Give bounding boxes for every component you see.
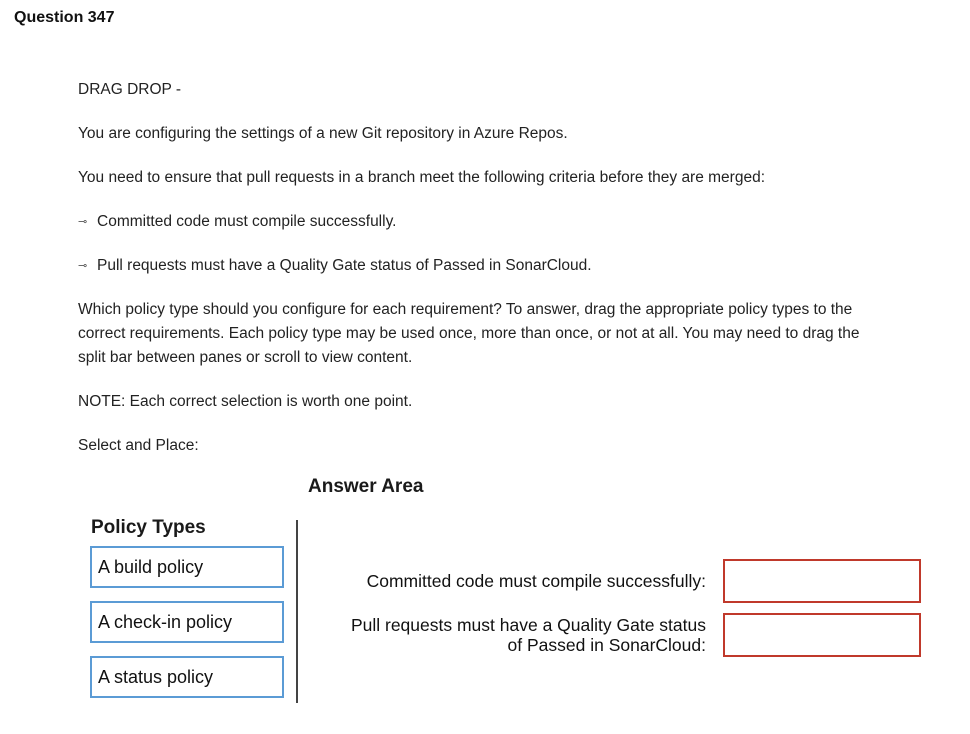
bullet-text: Pull requests must have a Quality Gate s… <box>97 257 592 274</box>
bullet-arrow-icon: ⊸ <box>78 260 88 272</box>
policy-type-status[interactable]: A status policy <box>90 656 284 698</box>
split-divider[interactable] <box>296 520 298 703</box>
instructions-line: split bar between panes or scroll to vie… <box>78 349 413 366</box>
note-text: NOTE: Each correct selection is worth on… <box>78 393 413 410</box>
requirement-text: of Passed in SonarCloud: <box>507 635 706 655</box>
policy-type-check-in[interactable]: A check-in policy <box>90 601 284 643</box>
requirement-text: Committed code must compile successfully… <box>366 571 706 591</box>
criteria-intro-text: You need to ensure that pull requests in… <box>78 169 766 186</box>
bullet-item: ⊸ Committed code must compile successful… <box>78 210 396 234</box>
answer-area-title: Answer Area <box>308 476 424 497</box>
policy-types-title: Policy Types <box>91 517 206 538</box>
instructions-line: correct requirements. Each policy type m… <box>78 325 860 342</box>
bullet-item: ⊸ Pull requests must have a Quality Gate… <box>78 254 592 278</box>
requirement-compile: Committed code must compile successfully… <box>367 571 706 591</box>
question-title: Question 347 <box>14 9 115 26</box>
instructions-line: Which policy type should you configure f… <box>78 301 853 318</box>
bullet-text: Committed code must compile successfully… <box>97 213 397 230</box>
select-place-label: Select and Place: <box>78 437 199 454</box>
drop-target-compile[interactable] <box>723 559 921 603</box>
policy-type-build[interactable]: A build policy <box>90 546 284 588</box>
requirement-text: Pull requests must have a Quality Gate s… <box>350 615 706 635</box>
question-type-label: DRAG DROP - <box>78 81 182 98</box>
drop-target-quality-gate[interactable] <box>723 613 921 657</box>
requirement-quality-gate: Pull requests must have a Quality Gate s… <box>351 615 706 655</box>
intro-text: You are configuring the settings of a ne… <box>78 125 568 142</box>
bullet-arrow-icon: ⊸ <box>78 216 88 228</box>
